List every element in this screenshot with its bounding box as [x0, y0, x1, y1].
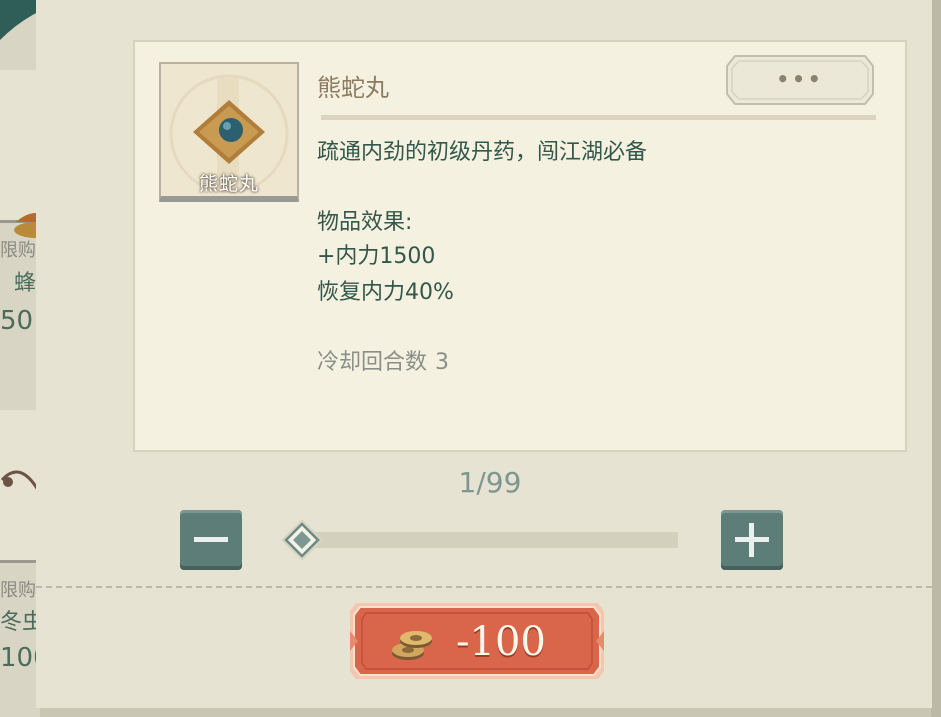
buy-price: -100 — [456, 619, 546, 665]
more-options-button[interactable]: ••• — [725, 54, 875, 106]
item-thumbnail-label: 熊蛇丸 — [198, 173, 259, 195]
minus-icon — [194, 537, 228, 542]
item-description: 疏通内劲的初级丹药，闯江湖必备 — [317, 140, 648, 165]
quantity-slider-handle[interactable] — [279, 517, 325, 563]
item-info-card: 熊蛇丸 熊蛇丸 ••• 疏通内劲的初级丹药，闯江湖必备 物品效果: +内力150… — [133, 40, 907, 452]
item-thumbnail: 熊蛇丸 — [159, 62, 299, 202]
background-item-card[interactable] — [0, 410, 40, 563]
effect-line: +内力1500 — [317, 244, 436, 269]
background-item-name: 蜂 — [14, 271, 37, 296]
background-shop-list: 限购( 蜂 50 限购( 冬虫 100 — [0, 0, 50, 717]
quantity-slider-track[interactable] — [300, 532, 678, 548]
plus-icon — [735, 523, 769, 557]
background-item-card[interactable] — [0, 70, 40, 238]
item-name: 熊蛇丸 — [317, 74, 389, 102]
name-underline — [321, 115, 876, 120]
bow-icon — [0, 470, 40, 491]
diamond-handle-icon — [281, 519, 323, 561]
section-divider — [36, 586, 932, 588]
background-right-edge — [931, 0, 941, 717]
buy-button[interactable]: -100 — [346, 601, 608, 681]
decrease-quantity-button[interactable] — [180, 510, 242, 570]
coin-stack-icon — [392, 631, 432, 660]
effects-heading: 物品效果: — [317, 210, 413, 235]
cooldown-info: 冷却回合数 3 — [317, 344, 457, 376]
increase-quantity-button[interactable] — [721, 510, 783, 570]
cooldown-label: 冷却回合数 — [317, 350, 428, 375]
effect-line: 恢复内力40% — [317, 280, 454, 305]
more-options-label: ••• — [776, 67, 824, 91]
quantity-display: 1/99 — [458, 466, 522, 499]
background-item-price: 50 — [0, 306, 34, 336]
cooldown-value: 3 — [435, 350, 450, 375]
